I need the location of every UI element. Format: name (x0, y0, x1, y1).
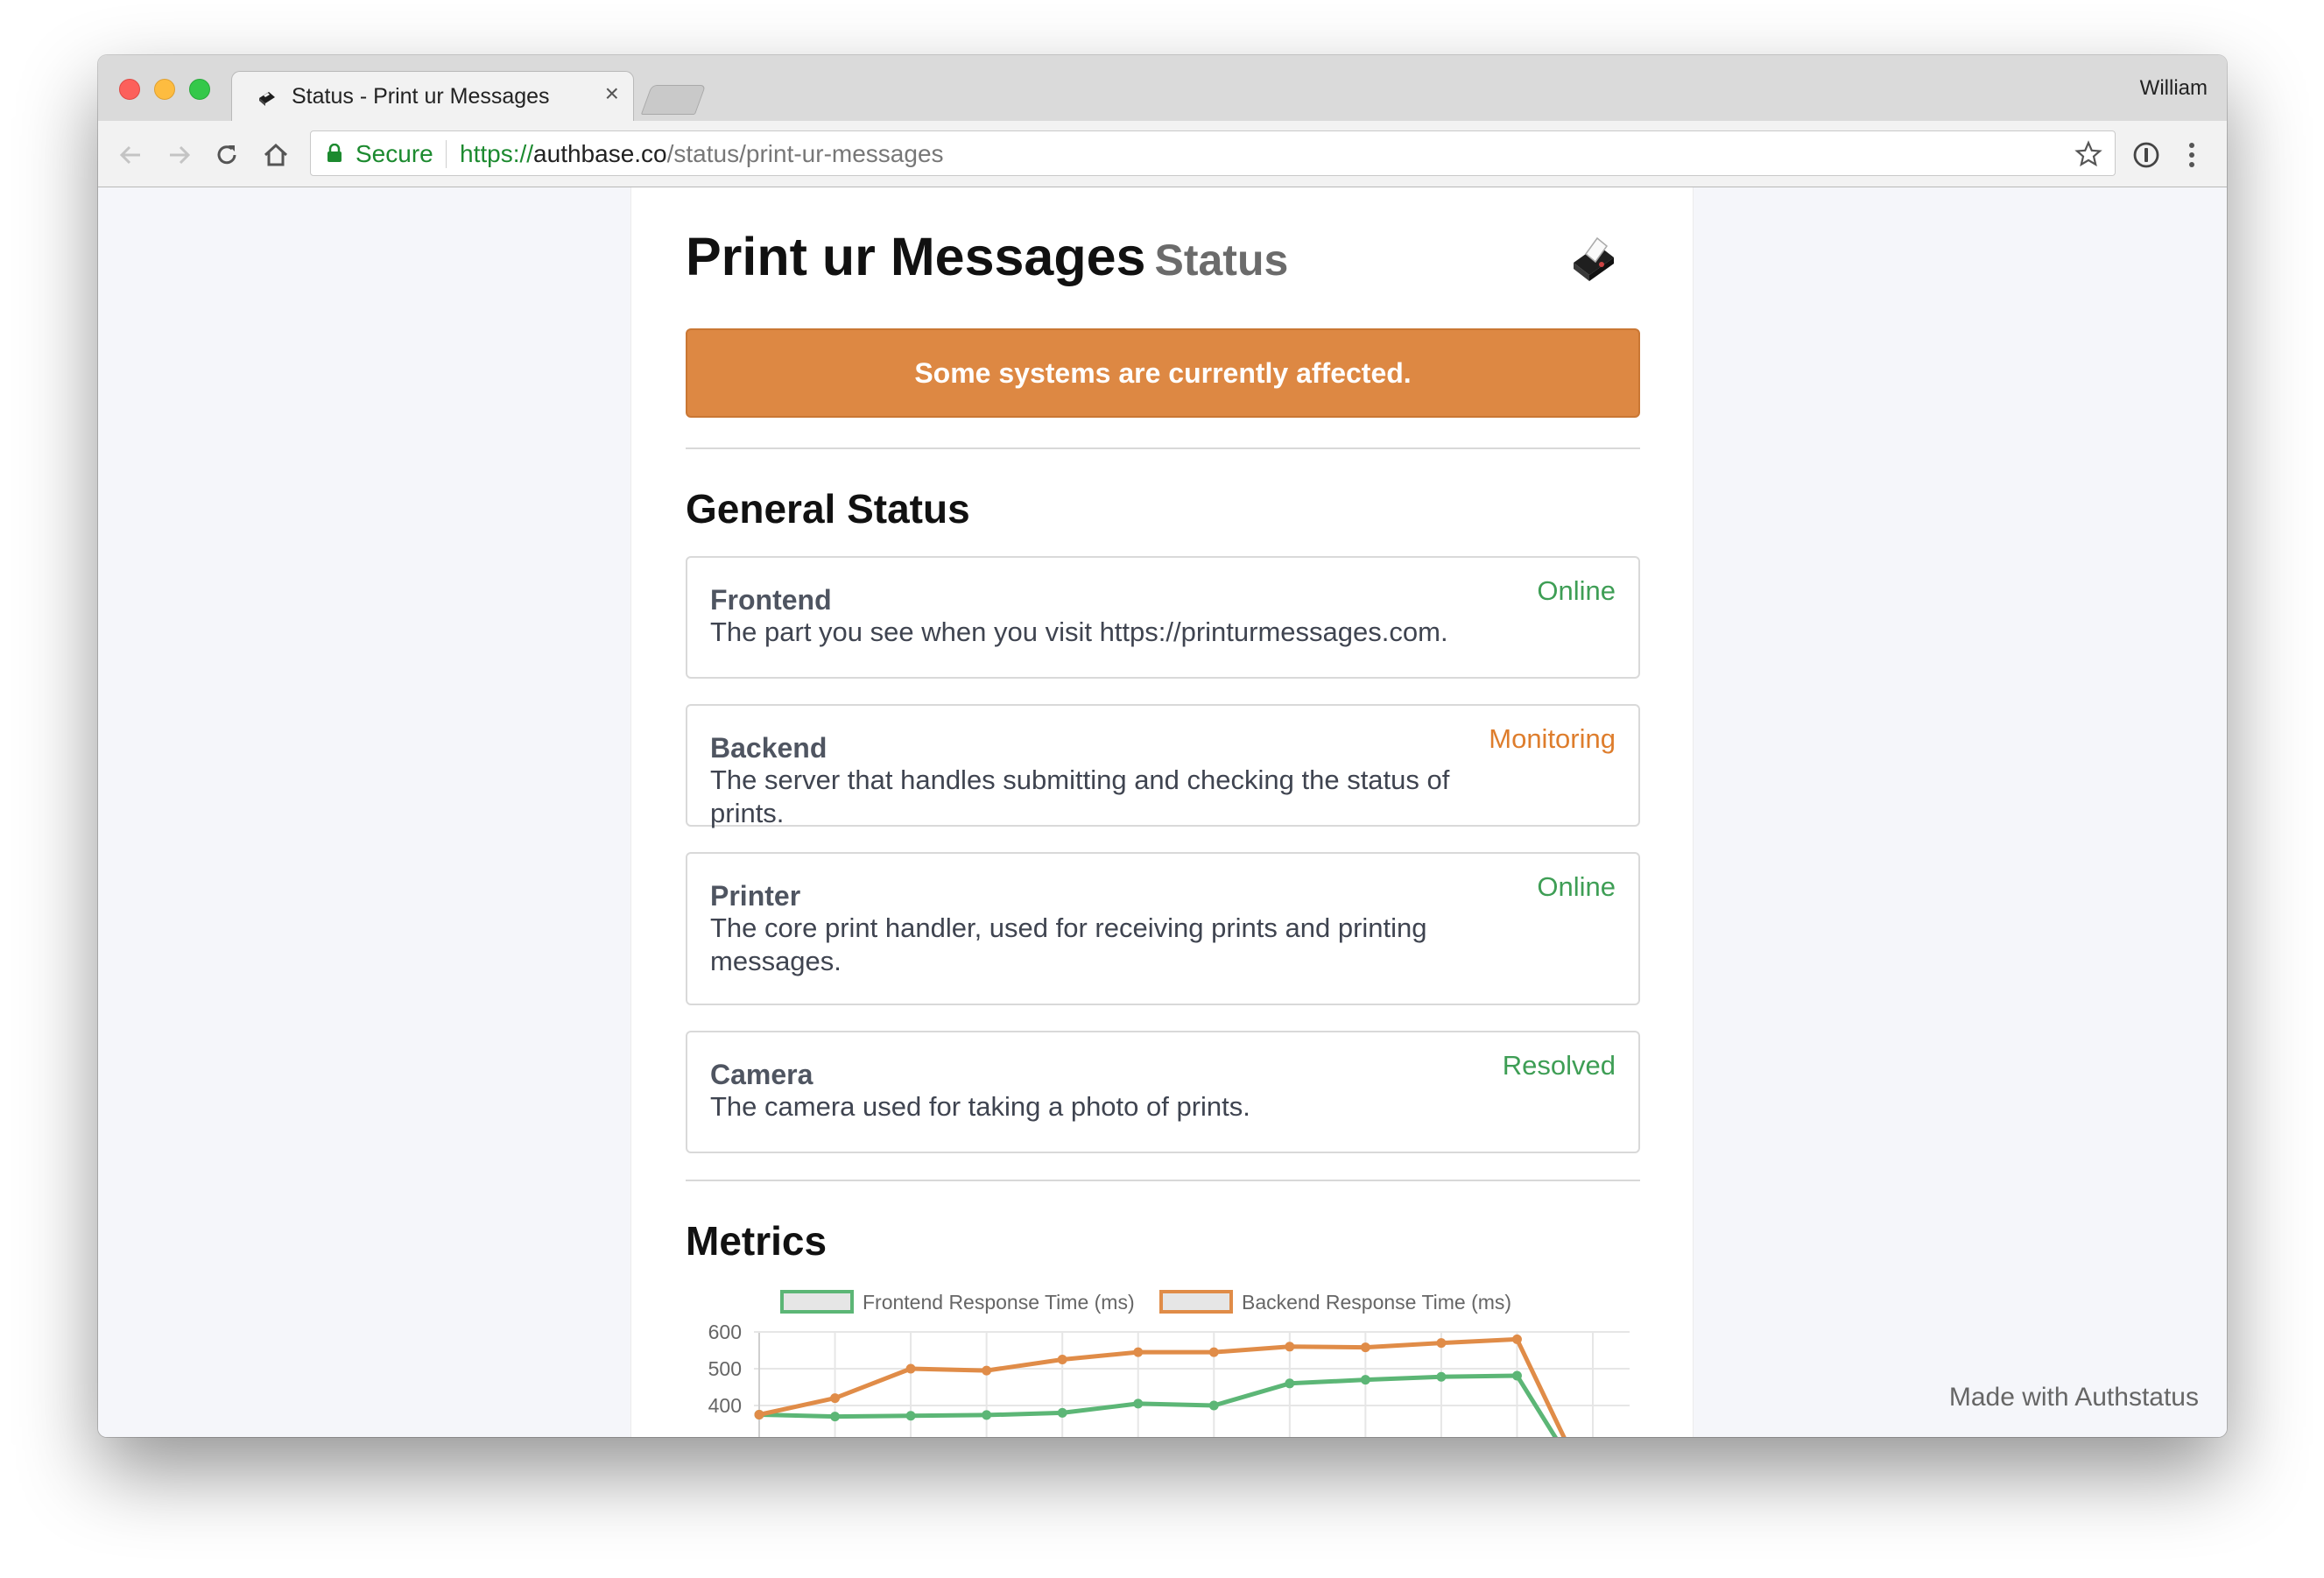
page-viewport: Print ur Messages Status Some systems are… (98, 187, 2227, 1437)
data-point (754, 1410, 764, 1419)
tab-bar: Status - Print ur Messages × William (98, 55, 2227, 122)
data-point (982, 1410, 992, 1420)
lock-icon (327, 144, 342, 162)
page-header: Print ur Messages Status (686, 226, 1288, 287)
data-point (830, 1412, 841, 1422)
printer-favicon-icon (259, 92, 275, 106)
password-manager-icon[interactable] (2132, 141, 2160, 169)
metrics-chart: Frontend Response Time (ms) Backend Respo… (708, 1290, 1630, 1437)
url-scheme: https:// (460, 140, 534, 167)
data-point (1133, 1347, 1144, 1357)
window-minimize-button[interactable] (154, 79, 175, 100)
data-point (1436, 1338, 1447, 1349)
reload-icon[interactable] (212, 140, 242, 170)
page-title: Print ur Messages (686, 227, 1146, 286)
service-status: Online (1537, 575, 1616, 606)
data-point (905, 1363, 916, 1374)
url-host: authbase.co (533, 140, 667, 167)
bookmark-star-icon[interactable] (2074, 140, 2102, 168)
secure-label: Secure (356, 140, 433, 167)
section-divider (686, 1180, 1640, 1181)
section-divider (686, 447, 1640, 449)
browser-tab-active[interactable]: Status - Print ur Messages × (231, 71, 634, 122)
data-point (1511, 1370, 1522, 1381)
status-page-card: Print ur Messages Status Some systems are… (630, 187, 1694, 1437)
address-bar[interactable]: Secure https://authbase.co/status/print-… (310, 130, 2116, 176)
browser-toolbar: Secure https://authbase.co/status/print-… (98, 121, 2227, 187)
url-path: /status/print-ur-messages (666, 140, 944, 167)
new-tab-button[interactable] (640, 85, 707, 115)
url-text[interactable]: https://authbase.co/status/print-ur-mess… (460, 140, 944, 168)
data-point (905, 1411, 916, 1421)
printer-logo-icon (1574, 236, 1614, 281)
data-point (1285, 1378, 1295, 1389)
y-tick-label: 400 (708, 1394, 742, 1417)
y-tick-label: 500 (708, 1357, 742, 1380)
status-banner: Some systems are currently affected. (686, 328, 1640, 418)
service-card-camera: Camera The camera used for taking a phot… (686, 1031, 1640, 1153)
forward-arrow-icon[interactable] (165, 140, 194, 170)
service-description: The server that handles submitting and c… (710, 764, 1450, 828)
omnibox-divider (446, 140, 447, 168)
service-status: Monitoring (1489, 723, 1616, 754)
profile-name[interactable]: William (2140, 76, 2208, 101)
tab-title: Status - Print ur Messages (292, 84, 550, 109)
legend-label: Backend Response Time (ms) (1242, 1291, 1511, 1314)
service-description: The camera used for taking a photo of pr… (710, 1091, 1250, 1122)
service-description: The core print handler, used for receivi… (710, 912, 1427, 976)
data-point (1436, 1371, 1447, 1382)
data-point (1208, 1400, 1219, 1411)
kebab-menu-icon[interactable] (2187, 140, 2196, 170)
service-status: Resolved (1502, 1050, 1616, 1081)
data-point (830, 1393, 841, 1404)
data-point (1360, 1375, 1370, 1385)
general-status-heading: General Status (686, 486, 970, 532)
home-icon[interactable] (261, 140, 291, 170)
service-card-printer: Printer The core print handler, used for… (686, 852, 1640, 1005)
service-name: Printer (710, 880, 801, 912)
legend-label: Frontend Response Time (ms) (863, 1291, 1135, 1314)
service-name: Frontend (710, 584, 832, 616)
service-name: Backend (710, 732, 827, 764)
data-point (1285, 1342, 1295, 1352)
data-point (1360, 1342, 1370, 1353)
back-arrow-icon[interactable] (116, 140, 145, 170)
tab-close-icon[interactable]: × (605, 81, 619, 107)
page-subtitle: Status (1154, 236, 1289, 285)
data-point (1057, 1355, 1067, 1364)
data-point (1133, 1398, 1144, 1409)
legend-swatch (1159, 1290, 1233, 1314)
service-card-frontend: Frontend The part you see when you visit… (686, 556, 1640, 679)
service-description: The part you see when you visit https://… (710, 616, 1448, 647)
footer-credit[interactable]: Made with Authstatus (1949, 1383, 2199, 1412)
legend-swatch (780, 1290, 854, 1314)
window-close-button[interactable] (119, 79, 140, 100)
y-tick-label: 600 (708, 1321, 742, 1343)
series-line (758, 1336, 1567, 1437)
data-point (1057, 1407, 1067, 1418)
data-point (982, 1365, 992, 1376)
service-status: Online (1537, 871, 1616, 902)
metrics-heading: Metrics (686, 1218, 827, 1264)
service-name: Camera (710, 1059, 813, 1090)
service-card-backend: Backend The server that handles submitti… (686, 704, 1640, 828)
data-point (1511, 1334, 1522, 1344)
window-maximize-button[interactable] (189, 79, 210, 100)
browser-window: Status - Print ur Messages × William Sec… (98, 55, 2227, 1437)
data-point (1208, 1347, 1219, 1357)
